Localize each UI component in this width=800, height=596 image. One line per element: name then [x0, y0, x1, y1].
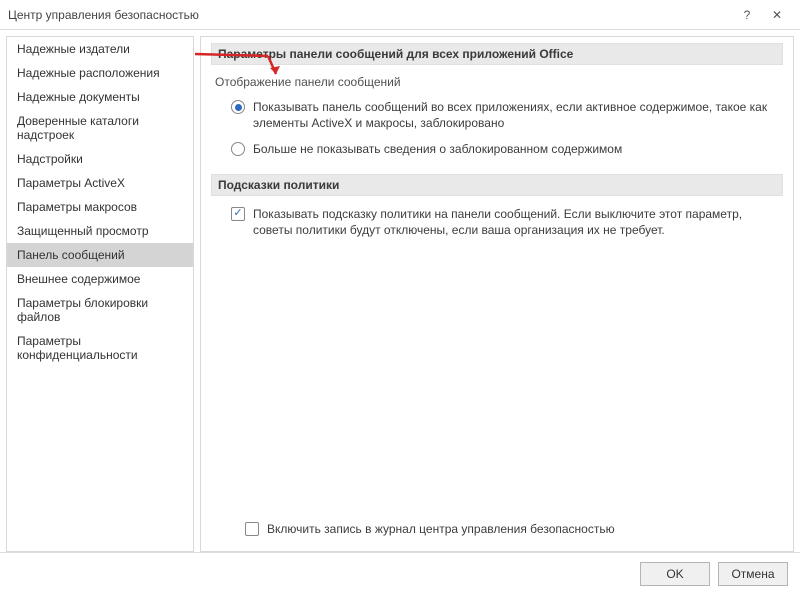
- check-show-policy-tips[interactable]: Показывать подсказку политики на панели …: [231, 206, 779, 238]
- subheading-message-bar-display: Отображение панели сообщений: [215, 75, 779, 89]
- sidebar-item-label: Параметры конфиденциальности: [17, 334, 138, 362]
- sidebar-item-privacy[interactable]: Параметры конфиденциальности: [7, 329, 193, 367]
- check-enable-logging[interactable]: Включить запись в журнал центра управлен…: [245, 521, 779, 537]
- dialog-footer: OK Отмена: [0, 552, 800, 590]
- checkbox-icon: [231, 207, 245, 221]
- sidebar-item-label: Параметры ActiveX: [17, 176, 125, 190]
- sidebar-item-label: Параметры блокировки файлов: [17, 296, 148, 324]
- sidebar-item-label: Панель сообщений: [17, 248, 125, 262]
- sidebar-item-trusted-addon-catalogs[interactable]: Доверенные каталоги надстроек: [7, 109, 193, 147]
- cancel-button[interactable]: Отмена: [718, 562, 788, 586]
- ok-label: OK: [666, 567, 683, 581]
- sidebar: Надежные издатели Надежные расположения …: [6, 36, 194, 552]
- radio-label: Больше не показывать сведения о заблокир…: [253, 141, 622, 157]
- check-label: Включить запись в журнал центра управлен…: [267, 521, 615, 537]
- radio-label: Показывать панель сообщений во всех прил…: [253, 99, 779, 131]
- help-icon[interactable]: ?: [732, 3, 762, 27]
- sidebar-item-label: Надежные документы: [17, 90, 140, 104]
- check-label: Показывать подсказку политики на панели …: [253, 206, 779, 238]
- close-icon[interactable]: ✕: [762, 3, 792, 27]
- section-header-message-bar: Параметры панели сообщений для всех прил…: [211, 43, 783, 65]
- content-pane: Параметры панели сообщений для всех прил…: [200, 36, 794, 552]
- sidebar-item-label: Внешнее содержимое: [17, 272, 140, 286]
- sidebar-item-macro-settings[interactable]: Параметры макросов: [7, 195, 193, 219]
- sidebar-item-trusted-documents[interactable]: Надежные документы: [7, 85, 193, 109]
- sidebar-item-trusted-publishers[interactable]: Надежные издатели: [7, 37, 193, 61]
- sidebar-item-label: Параметры макросов: [17, 200, 137, 214]
- sidebar-item-protected-view[interactable]: Защищенный просмотр: [7, 219, 193, 243]
- cancel-label: Отмена: [731, 567, 774, 581]
- window-title: Центр управления безопасностью: [8, 8, 732, 22]
- titlebar: Центр управления безопасностью ? ✕: [0, 0, 800, 30]
- sidebar-item-label: Доверенные каталоги надстроек: [17, 114, 139, 142]
- radio-icon: [231, 100, 245, 114]
- sidebar-item-label: Защищенный просмотр: [17, 224, 149, 238]
- sidebar-item-message-bar[interactable]: Панель сообщений: [7, 243, 193, 267]
- sidebar-item-label: Надстройки: [17, 152, 83, 166]
- sidebar-item-activex[interactable]: Параметры ActiveX: [7, 171, 193, 195]
- section-header-policy-tips: Подсказки политики: [211, 174, 783, 196]
- ok-button[interactable]: OK: [640, 562, 710, 586]
- dialog-body: Надежные издатели Надежные расположения …: [0, 30, 800, 552]
- radio-show-message-bar[interactable]: Показывать панель сообщений во всех прил…: [231, 99, 779, 131]
- sidebar-item-label: Надежные издатели: [17, 42, 130, 56]
- checkbox-icon: [245, 522, 259, 536]
- sidebar-item-addins[interactable]: Надстройки: [7, 147, 193, 171]
- sidebar-item-label: Надежные расположения: [17, 66, 160, 80]
- sidebar-item-file-block[interactable]: Параметры блокировки файлов: [7, 291, 193, 329]
- radio-icon: [231, 142, 245, 156]
- radio-never-show-blocked[interactable]: Больше не показывать сведения о заблокир…: [231, 141, 779, 157]
- sidebar-item-external-content[interactable]: Внешнее содержимое: [7, 267, 193, 291]
- sidebar-item-trusted-locations[interactable]: Надежные расположения: [7, 61, 193, 85]
